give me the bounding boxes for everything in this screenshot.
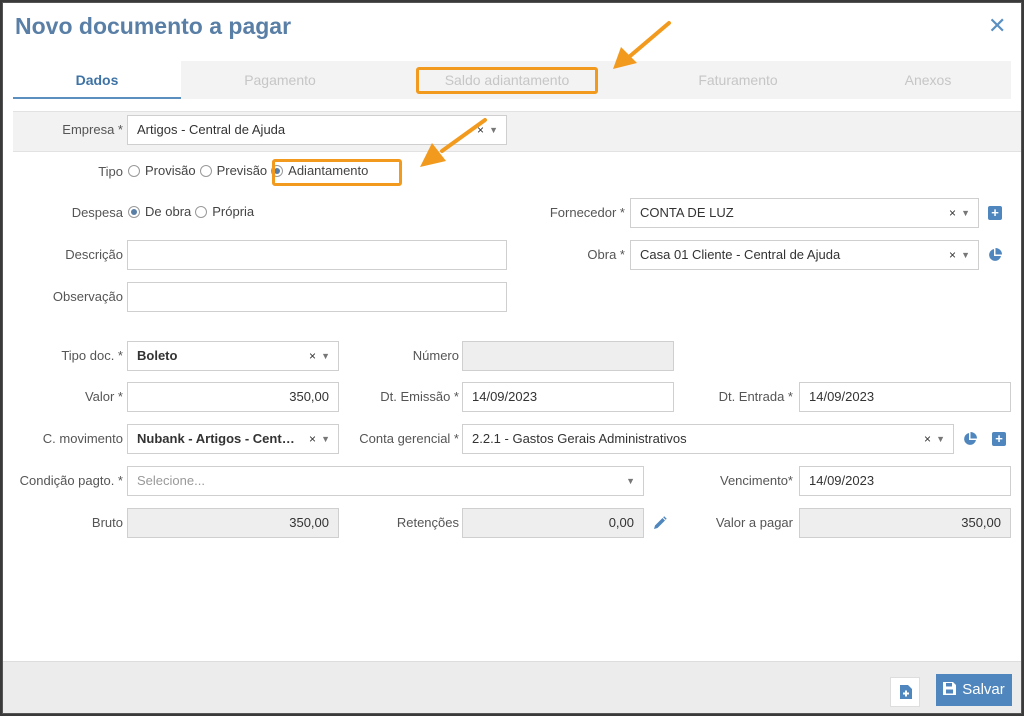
chevron-down-icon[interactable]: ▼ (321, 342, 330, 370)
conta-gerencial-select[interactable]: 2.2.1 - Gastos Gerais Administrativos × … (462, 424, 954, 454)
clear-icon[interactable]: × (309, 342, 316, 370)
bruto-label: Bruto (91, 515, 123, 530)
descricao-input[interactable] (127, 240, 507, 270)
chevron-down-icon[interactable]: ▼ (321, 425, 330, 453)
clear-icon[interactable]: × (949, 199, 956, 227)
radio-previsao-label: Previsão (216, 163, 268, 178)
radio-previsao[interactable]: Previsão (199, 163, 268, 178)
radio-de-obra-label: De obra (145, 204, 192, 219)
observacao-input[interactable] (127, 282, 507, 312)
observacao-label: Observação (52, 289, 123, 304)
vencimento-label: Vencimento* (720, 473, 793, 488)
save-button[interactable]: Salvar (936, 674, 1012, 706)
despesa-label: Despesa (71, 205, 123, 220)
file-plus-icon (900, 685, 912, 699)
dt-entrada-label: Dt. Entrada * (718, 389, 793, 404)
tipo-doc-label: Tipo doc. * (61, 348, 123, 363)
annotation-highlight-tab (416, 67, 598, 94)
c-movimento-select[interactable]: Nubank - Artigos - Centra... × ▼ (127, 424, 339, 454)
dt-emissao-input[interactable]: 14/09/2023 (462, 382, 674, 412)
obra-label: Obra * (587, 247, 625, 262)
obra-select[interactable]: Casa 01 Cliente - Central de Ajuda × ▼ (630, 240, 979, 270)
modal-title: Novo documento a pagar (15, 13, 292, 39)
radio-circle-icon (128, 164, 140, 177)
radio-propria-label: Própria (212, 204, 255, 219)
c-movimento-label: C. movimento (42, 431, 123, 446)
modal-footer: Salvar (3, 661, 1021, 713)
radio-selected-icon (128, 205, 140, 218)
chevron-down-icon[interactable]: ▼ (961, 241, 970, 269)
fornecedor-label: Fornecedor * (549, 205, 625, 220)
tab-pagamento[interactable]: Pagamento (181, 61, 379, 99)
condicao-pagto-label: Condição pagto. * (19, 473, 123, 488)
retencoes-value: 0,00 (462, 508, 644, 538)
condicao-pagto-select[interactable]: Selecione... ▼ (127, 466, 644, 496)
valor-a-pagar-value: 350,00 (799, 508, 1011, 538)
clear-icon[interactable]: × (949, 241, 956, 269)
pie-chart-icon[interactable] (963, 432, 977, 446)
close-icon[interactable]: ✕ (988, 15, 1006, 37)
add-conta-icon[interactable]: + (992, 432, 1006, 446)
radio-provisao[interactable]: Provisão (128, 163, 196, 178)
fornecedor-value: CONTA DE LUZ (640, 205, 734, 220)
c-movimento-value: Nubank - Artigos - Centra... (137, 431, 305, 446)
annotation-arrow-icon (613, 21, 671, 69)
numero-input[interactable] (462, 341, 674, 371)
save-button-label: Salvar (962, 681, 1005, 698)
radio-circle-icon (195, 205, 208, 218)
numero-label: Número (412, 348, 459, 363)
conta-gerencial-value: 2.2.1 - Gastos Gerais Administrativos (472, 431, 687, 446)
valor-a-pagar-label: Valor a pagar (715, 515, 793, 530)
condicao-pagto-placeholder: Selecione... (137, 473, 205, 488)
despesa-radio-group: De obra Própria (128, 204, 258, 219)
vencimento-input[interactable]: 14/09/2023 (799, 466, 1011, 496)
save-icon (943, 682, 957, 695)
tipo-doc-select[interactable]: Boleto × ▼ (127, 341, 339, 371)
bruto-value: 350,00 (127, 508, 339, 538)
retencoes-label: Retenções (396, 515, 459, 530)
add-fornecedor-icon[interactable]: + (988, 206, 1002, 220)
clear-icon[interactable]: × (924, 425, 931, 453)
pie-chart-icon[interactable] (988, 248, 1002, 262)
tipo-label: Tipo (98, 164, 123, 179)
fornecedor-select[interactable]: CONTA DE LUZ × ▼ (630, 198, 979, 228)
clear-icon[interactable]: × (309, 425, 316, 453)
chevron-down-icon[interactable]: ▼ (961, 199, 970, 227)
annotation-arrow-icon (420, 118, 487, 167)
radio-propria[interactable]: Própria (195, 204, 254, 219)
radio-de-obra[interactable]: De obra (128, 204, 191, 219)
tipo-doc-value: Boleto (137, 348, 178, 363)
radio-circle-icon (199, 164, 212, 177)
descricao-label: Descrição (65, 247, 123, 262)
new-document-button[interactable] (890, 677, 920, 707)
chevron-down-icon[interactable]: ▼ (626, 467, 635, 495)
dt-emissao-label: Dt. Emissão * (380, 389, 459, 404)
chevron-down-icon[interactable]: ▼ (936, 425, 945, 453)
tab-dados[interactable]: Dados (13, 61, 181, 99)
radio-provisao-label: Provisão (145, 163, 196, 178)
modal-dialog: Novo documento a pagar ✕ Dados Pagamento… (2, 2, 1022, 714)
pencil-icon[interactable] (653, 516, 667, 530)
valor-label: Valor * (84, 389, 123, 404)
dt-entrada-input[interactable]: 14/09/2023 (799, 382, 1011, 412)
annotation-highlight-radio (272, 159, 402, 186)
conta-gerencial-label: Conta gerencial * (359, 431, 459, 446)
valor-input[interactable]: 350,00 (127, 382, 339, 412)
obra-value: Casa 01 Cliente - Central de Ajuda (640, 247, 841, 262)
tab-anexos[interactable]: Anexos (853, 61, 1003, 99)
empresa-label: Empresa * (62, 122, 123, 137)
